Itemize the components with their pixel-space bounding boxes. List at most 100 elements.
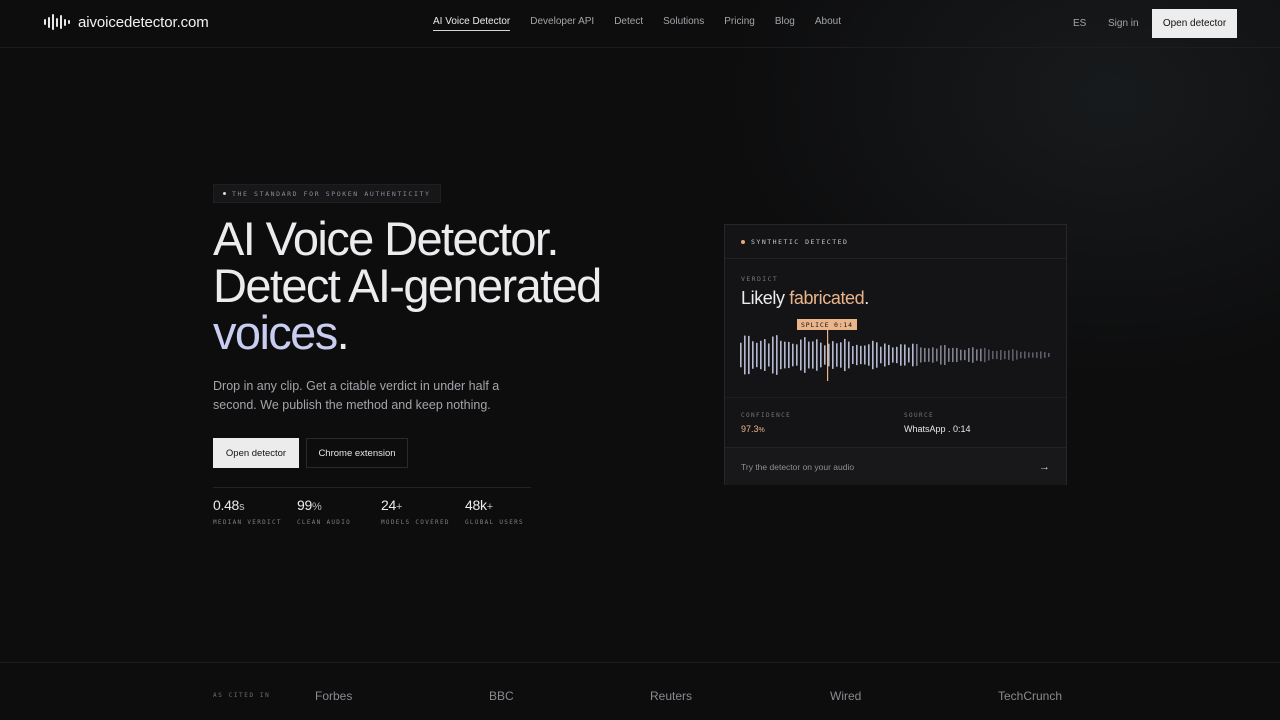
waveform-bar bbox=[836, 343, 838, 367]
waveform-bar bbox=[784, 341, 786, 369]
waveform-bar bbox=[844, 338, 846, 372]
waveform-bar bbox=[840, 342, 842, 368]
cited-divider bbox=[0, 662, 1280, 663]
confidence-number: 97.3 bbox=[741, 424, 759, 434]
card-divider bbox=[725, 397, 1066, 398]
waveform-bar bbox=[776, 335, 778, 375]
stat-unit: + bbox=[395, 501, 403, 513]
publication-bbc: BBC bbox=[489, 689, 514, 703]
logo[interactable]: aivoicedetector.com bbox=[44, 13, 209, 31]
open-detector-button[interactable]: Open detector bbox=[213, 438, 299, 468]
waveform-bar bbox=[920, 347, 922, 363]
waveform-bar bbox=[1020, 351, 1022, 359]
waveform-bar bbox=[768, 343, 770, 367]
nav-link-developer-api[interactable]: Developer API bbox=[530, 16, 594, 31]
waveform-bar bbox=[856, 344, 858, 366]
waveform-bar bbox=[976, 349, 978, 361]
stat-clean-audio: 99% CLEAN AUDIO bbox=[297, 497, 351, 526]
stat-label: MODELS COVERED bbox=[381, 519, 450, 526]
waveform-bar bbox=[772, 336, 774, 374]
waveform-bar bbox=[872, 340, 874, 370]
nav-link-blog[interactable]: Blog bbox=[775, 16, 795, 31]
waveform-bar bbox=[956, 347, 958, 363]
nav-link-solutions[interactable]: Solutions bbox=[663, 16, 704, 31]
waveform-bar bbox=[756, 342, 758, 368]
nav-link-ai-voice-detector[interactable]: AI Voice Detector bbox=[433, 16, 511, 31]
waveform-bar bbox=[752, 341, 754, 369]
waveform-bar bbox=[748, 335, 750, 375]
nav-link-pricing[interactable]: Pricing bbox=[724, 16, 755, 31]
hero-headline: AI Voice Detector. Detect AI-generated v… bbox=[213, 215, 673, 356]
waveform-bar bbox=[780, 340, 782, 370]
waveform-bar bbox=[1048, 353, 1050, 357]
nav-link-detect[interactable]: Detect bbox=[614, 16, 643, 31]
status-dot-icon bbox=[741, 239, 745, 244]
card-header: SYNTHETIC DETECTED bbox=[725, 225, 1066, 259]
hero-eyebrow-badge: THE STANDARD FOR SPOKEN AUTHENTICITY bbox=[213, 184, 442, 203]
headline-line-1: AI Voice Detector. bbox=[213, 212, 559, 265]
waveform-bar bbox=[788, 341, 790, 369]
waveform-bar bbox=[824, 345, 826, 365]
confidence-value: 97.3% bbox=[741, 424, 765, 434]
stat-label: MEDIAN VERDICT bbox=[213, 519, 282, 526]
waveform-logo-icon bbox=[44, 13, 70, 31]
waveform-bar bbox=[996, 350, 998, 360]
cited-label: AS CITED IN bbox=[213, 692, 271, 699]
source-label: SOURCE bbox=[904, 412, 935, 419]
waveform-bar bbox=[968, 348, 970, 362]
waveform-bar bbox=[1016, 350, 1018, 360]
headline-period: . bbox=[336, 306, 350, 359]
waveform-bar bbox=[848, 341, 850, 369]
waveform-bar bbox=[888, 344, 890, 366]
waveform-bar bbox=[1040, 351, 1042, 359]
status-text: SYNTHETIC DETECTED bbox=[751, 237, 849, 246]
splice-marker: SPLICE 0:14 bbox=[797, 319, 857, 330]
stat-unit: % bbox=[311, 501, 322, 513]
language-switch[interactable]: ES bbox=[1073, 18, 1086, 29]
waveform-bar bbox=[900, 344, 902, 366]
waveform-bar bbox=[740, 342, 742, 368]
waveform-bar bbox=[812, 341, 814, 369]
audio-waveform bbox=[740, 329, 1050, 381]
waveform-bar bbox=[916, 344, 918, 366]
waveform-bar bbox=[884, 343, 886, 367]
stat-median-verdict: 0.48s MEDIAN VERDICT bbox=[213, 497, 282, 526]
verdict-prefix: Likely bbox=[741, 288, 790, 308]
waveform-bar bbox=[940, 345, 942, 365]
publication-techcrunch: TechCrunch bbox=[998, 689, 1063, 703]
waveform-bar bbox=[1008, 350, 1010, 360]
sign-in-link[interactable]: Sign in bbox=[1108, 18, 1139, 29]
waveform-bar bbox=[904, 344, 906, 366]
waveform-bar bbox=[1004, 350, 1006, 360]
stat-label: CLEAN AUDIO bbox=[297, 519, 352, 526]
waveform-bar bbox=[924, 347, 926, 363]
waveform-bar bbox=[868, 344, 870, 366]
confidence-unit: % bbox=[758, 427, 765, 434]
waveform-bar bbox=[908, 347, 910, 363]
chrome-extension-button[interactable]: Chrome extension bbox=[306, 438, 408, 468]
waveform-bar bbox=[764, 339, 766, 371]
waveform-bar bbox=[1044, 352, 1046, 358]
waveform-bar bbox=[792, 343, 794, 367]
waveform-bar bbox=[832, 341, 834, 369]
waveform-bar bbox=[1028, 352, 1030, 358]
splice-line bbox=[827, 329, 829, 381]
waveform-bar bbox=[964, 349, 966, 361]
brand-name: aivoicedetector.com bbox=[78, 13, 209, 31]
waveform-bar bbox=[1032, 352, 1034, 358]
waveform-bar bbox=[1012, 349, 1014, 361]
try-detector-link[interactable]: Try the detector on your audio → bbox=[725, 447, 1066, 485]
verdict-suffix: . bbox=[864, 288, 869, 308]
waveform-bar bbox=[980, 348, 982, 362]
stat-value: 0.48 bbox=[213, 497, 240, 513]
open-detector-nav-button[interactable]: Open detector bbox=[1152, 9, 1237, 38]
arrow-right-icon: → bbox=[1039, 460, 1050, 473]
publication-reuters: Reuters bbox=[650, 689, 693, 703]
headline-line-2: Detect AI-generated bbox=[213, 259, 602, 312]
waveform-bar bbox=[912, 343, 914, 367]
waveform-bar bbox=[852, 345, 854, 365]
stat-models-covered: 24+ MODELS COVERED bbox=[381, 497, 450, 526]
waveform-bar bbox=[744, 335, 746, 375]
waveform-bar bbox=[828, 343, 830, 367]
nav-link-about[interactable]: About bbox=[815, 16, 841, 31]
